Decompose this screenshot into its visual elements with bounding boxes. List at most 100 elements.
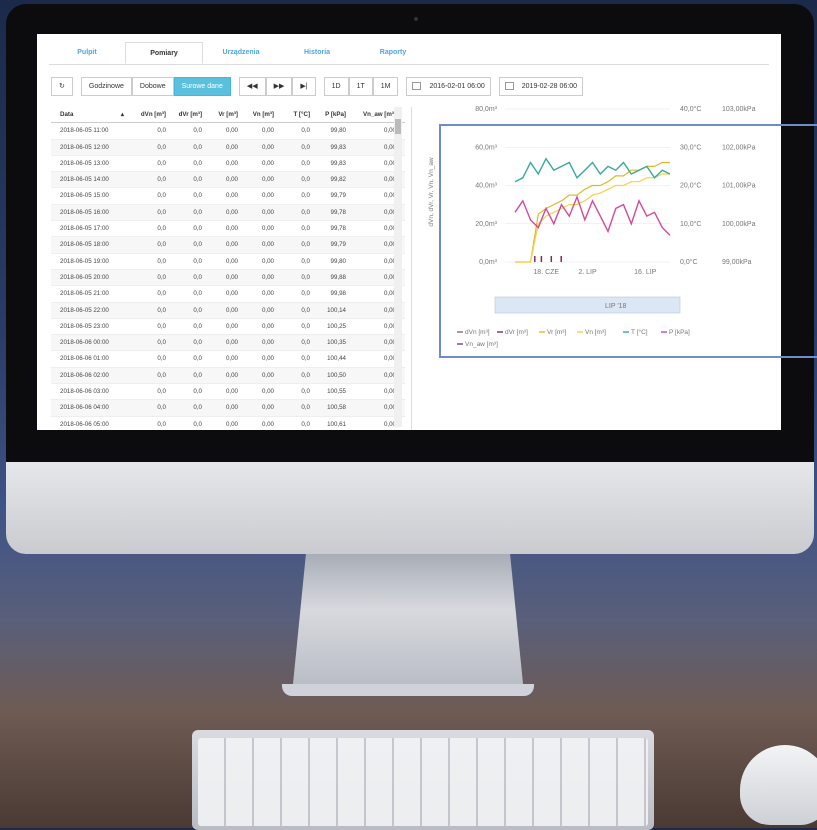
- table-cell: 99,82: [330, 176, 346, 184]
- table-cell: 2018-06-06 01:00: [60, 355, 109, 363]
- legend-item: Vr [m³]: [547, 329, 566, 336]
- table-row[interactable]: 2018-06-05 18:00 0,0 0,0 0,00 0,00 0,0 99,79 0,…: [51, 237, 405, 254]
- table-cell: 0,00: [261, 257, 274, 265]
- col-header[interactable]: Vr [m³]: [204, 107, 240, 122]
- table-cell: 0,00: [383, 225, 396, 233]
- table-row[interactable]: 2018-06-05 20:00 0,0 0,0 0,00 0,00 0,0 99,88 0,…: [51, 269, 405, 287]
- col-header[interactable]: dVr [m³]: [168, 107, 204, 122]
- col-header[interactable]: dVn [m³]: [132, 107, 168, 122]
- x-tick-label: 18. CZE: [533, 269, 559, 276]
- table-cell: 2018-06-05 20:00: [60, 273, 109, 281]
- table-cell: 0,0: [193, 371, 202, 379]
- y-temp-tick-label: 30,0°C: [680, 143, 701, 151]
- table-row[interactable]: 2018-06-05 15:00 0,0 0,0 0,00 0,00 0,0 99,79 0,…: [51, 188, 405, 205]
- table-cell: 0,00: [225, 371, 238, 379]
- sort-icon: ▴: [120, 111, 124, 118]
- table-cell: 0,0: [157, 241, 166, 249]
- table-cell: 99,80: [330, 257, 346, 265]
- table-row[interactable]: 2018-06-06 01:00 0,0 0,0 0,00 0,00 0,0 100,44 0…: [51, 351, 405, 368]
- fast-forward-button[interactable]: ▶▶: [265, 76, 293, 96]
- table-cell: 0,00: [225, 143, 238, 151]
- table-cell: 0,00: [383, 355, 396, 363]
- range-1m-button[interactable]: 1M: [372, 76, 399, 96]
- app-screen: Pulpit Pomiary Urządzenia Historia Rapor…: [37, 34, 781, 430]
- table-cell: 0,0: [157, 273, 166, 281]
- table-cell: 0,0: [157, 290, 166, 298]
- table-cell: 0,0: [301, 208, 310, 216]
- table-row[interactable]: 2018-06-05 21:00 0,0 0,0 0,00 0,00 0,0 99,98 0,…: [51, 286, 405, 303]
- date-from-field[interactable]: 2016-02-01 06:00: [406, 76, 491, 96]
- table-cell: 0,0: [157, 159, 166, 167]
- tab-raporty[interactable]: Raporty: [355, 42, 431, 64]
- table-cell: 0,0: [301, 176, 310, 184]
- legend-item: dVn [m³]: [465, 329, 490, 336]
- table-row[interactable]: 2018-06-06 04:00 0,0 0,0 0,00 0,00 0,0 100,58 0…: [51, 400, 405, 417]
- measurements-chart: 80,0m³ 40,0°C 103,00kPa 60,0m³ 30,0°C 102,00k…: [428, 105, 756, 348]
- table-row[interactable]: 2018-06-05 19:00 0,0 0,0 0,00 0,00 0,0 99,80 0,…: [51, 254, 405, 270]
- table-cell: 0,00: [261, 322, 274, 330]
- table-cell: 0,00: [225, 257, 238, 265]
- table-row[interactable]: 2018-06-05 16:00 0,0 0,0 0,00 0,00 0,0 99,78 0,…: [51, 204, 405, 222]
- col-header-data[interactable]: Data ▴: [51, 107, 132, 122]
- table-cell: 0,00: [225, 339, 238, 347]
- table-row[interactable]: 2018-06-06 03:00 0,0 0,0 0,00 0,00 0,0 100,55 0…: [51, 384, 405, 401]
- table-cell: 0,0: [193, 420, 202, 428]
- y-temp-tick-label: 0,0°C: [680, 258, 698, 266]
- table-cell: 0,0: [193, 192, 202, 200]
- table-cell: 0,00: [261, 241, 274, 249]
- col-header[interactable]: T [°C]: [276, 107, 312, 122]
- x-tick-label: 2. LIP: [578, 269, 597, 276]
- table-row[interactable]: 2018-06-06 02:00 0,0 0,0 0,00 0,00 0,0 100,50 0…: [51, 367, 405, 385]
- table-cell: 0,0: [193, 241, 202, 249]
- date-to-field[interactable]: 2019-02-28 06:00: [498, 76, 584, 96]
- table-scrollbar[interactable]: [394, 107, 402, 427]
- table-cell: 0,0: [193, 127, 202, 135]
- y-tick-label: 60,0m³: [475, 144, 497, 151]
- table-row[interactable]: 2018-06-05 12:00 0,0 0,0 0,00 0,00 0,0 99,83 0,…: [51, 139, 405, 156]
- tab-pulpit[interactable]: Pulpit: [49, 42, 125, 64]
- table-row[interactable]: 2018-06-05 13:00 0,0 0,0 0,00 0,00 0,0 99,83 0,…: [51, 156, 405, 173]
- granularity-hourly-button[interactable]: Godzinowe: [80, 76, 132, 96]
- table-cell: 0,0: [157, 371, 166, 379]
- refresh-icon: ↻: [59, 82, 65, 90]
- table-cell: 0,0: [157, 339, 166, 347]
- table-row[interactable]: 2018-06-05 22:00 0,0 0,0 0,00 0,00 0,0 100,14 0…: [51, 302, 405, 319]
- col-header[interactable]: P [kPa]: [312, 107, 348, 122]
- scrollbar-thumb[interactable]: [395, 119, 401, 134]
- col-header[interactable]: Vn [m³]: [240, 107, 276, 122]
- table-row[interactable]: 2018-06-05 23:00 0,0 0,0 0,00 0,00 0,0 100,25 0…: [51, 319, 405, 336]
- range-1d-button[interactable]: 1D: [323, 76, 349, 96]
- table-cell: 2018-06-05 16:00: [60, 208, 109, 216]
- granularity-daily-button[interactable]: Dobowe: [131, 76, 174, 96]
- y-axis-title: dVn, dVr, Vr, Vn, Vn_aw: [428, 157, 435, 227]
- table-row[interactable]: 2018-06-05 17:00 0,0 0,0 0,00 0,00 0,0 99,78 0,…: [51, 221, 405, 238]
- legend-item: dVr [m³]: [505, 329, 528, 336]
- table-cell: 0,0: [157, 176, 166, 184]
- table-cell: 0,0: [193, 273, 202, 281]
- table-cell: 0,00: [225, 306, 238, 314]
- table-cell: 0,0: [301, 355, 310, 363]
- table-cell: 99,78: [330, 208, 346, 216]
- table-row[interactable]: 2018-06-05 14:00 0,0 0,0 0,00 0,00 0,0 99,82 0,…: [51, 172, 405, 189]
- tab-historia[interactable]: Historia: [279, 42, 355, 64]
- navigator-label: LIP '18: [605, 303, 627, 310]
- divider: [411, 107, 412, 430]
- col-header[interactable]: Vn_aw [m³]: [348, 107, 400, 122]
- table-cell: 99,79: [330, 192, 346, 200]
- table-cell: 0,00: [383, 127, 396, 135]
- keyboard: [192, 730, 654, 830]
- range-1t-button[interactable]: 1T: [348, 76, 373, 96]
- tab-pomiary[interactable]: Pomiary: [125, 42, 203, 64]
- granularity-raw-button[interactable]: Surowe dane: [173, 76, 231, 96]
- y-press-tick-label: 103,00kPa: [722, 106, 756, 113]
- table-cell: 0,0: [301, 404, 310, 412]
- fast-backward-button[interactable]: ◀◀: [238, 76, 266, 96]
- table-row[interactable]: 2018-06-06 05:00 0,0 0,0 0,00 0,00 0,0 100,61 0…: [51, 417, 405, 430]
- table-cell: 0,0: [157, 127, 166, 135]
- table-row[interactable]: 2018-06-05 11:00 0,0 0,0 0,00 0,00 0,0 99,80 0,…: [51, 123, 405, 140]
- tab-urzadzenia[interactable]: Urządzenia: [203, 42, 279, 64]
- table-row[interactable]: 2018-06-06 00:00 0,0 0,0 0,00 0,00 0,0 100,35 0…: [51, 335, 405, 352]
- table-cell: 0,00: [383, 208, 396, 216]
- refresh-button[interactable]: ↻: [51, 76, 73, 96]
- skip-to-end-button[interactable]: ▶|: [292, 76, 316, 96]
